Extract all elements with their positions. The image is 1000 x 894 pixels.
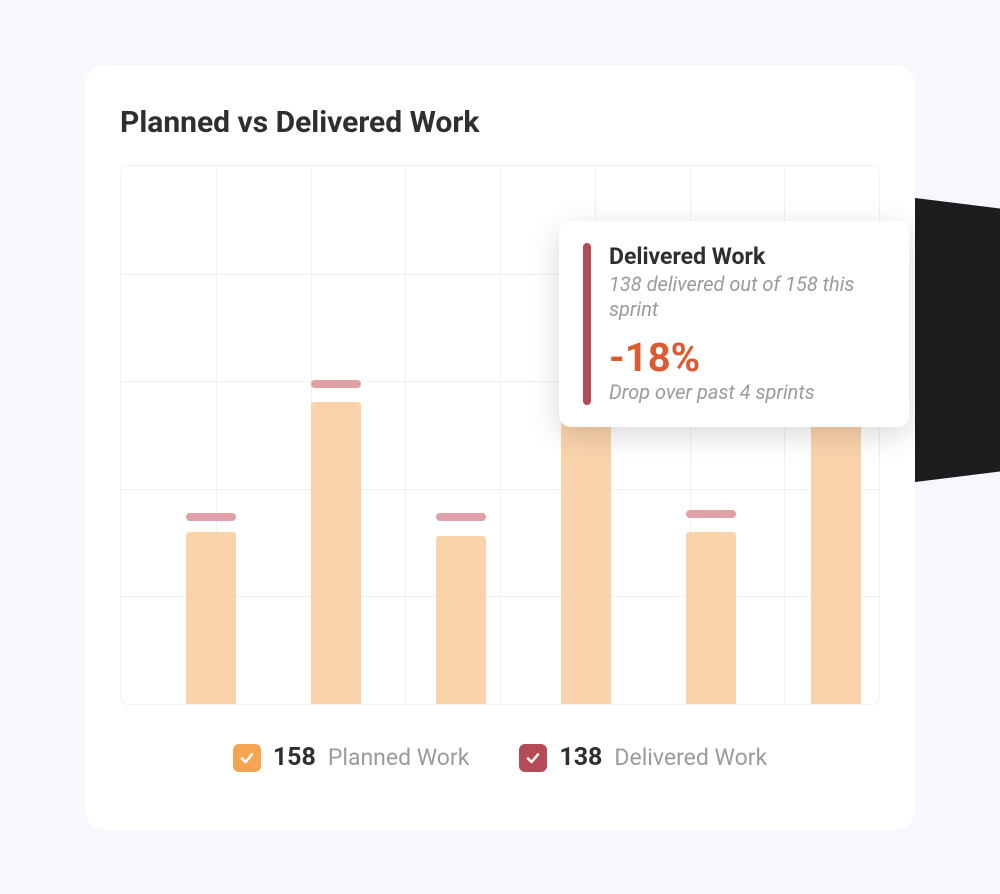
card-title: Planned vs Delivered Work xyxy=(120,105,880,140)
legend-planned-value: 158 xyxy=(273,743,316,772)
legend-item-planned[interactable]: 158 Planned Work xyxy=(233,743,470,772)
chart-area: Delivered Work 138 delivered out of 158 … xyxy=(120,165,880,705)
tooltip-note: Drop over past 4 sprints xyxy=(609,380,885,405)
chart-card: Planned vs Delivered Work xyxy=(85,65,915,830)
tooltip-title: Delivered Work xyxy=(609,243,885,270)
tooltip-card: Delivered Work 138 delivered out of 158 … xyxy=(559,221,909,427)
legend-delivered-value: 138 xyxy=(559,743,602,772)
tooltip-subtitle: 138 delivered out of 158 this sprint xyxy=(609,272,885,322)
checkbox-planned-icon xyxy=(233,744,261,772)
checkbox-delivered-icon xyxy=(519,744,547,772)
legend-item-delivered[interactable]: 138 Delivered Work xyxy=(519,743,767,772)
tooltip-percent: -18% xyxy=(609,336,885,380)
legend-planned-label: Planned Work xyxy=(328,744,470,771)
legend: 158 Planned Work 138 Delivered Work xyxy=(120,743,880,772)
tooltip-accent-bar xyxy=(583,243,591,405)
legend-delivered-label: Delivered Work xyxy=(614,744,767,771)
